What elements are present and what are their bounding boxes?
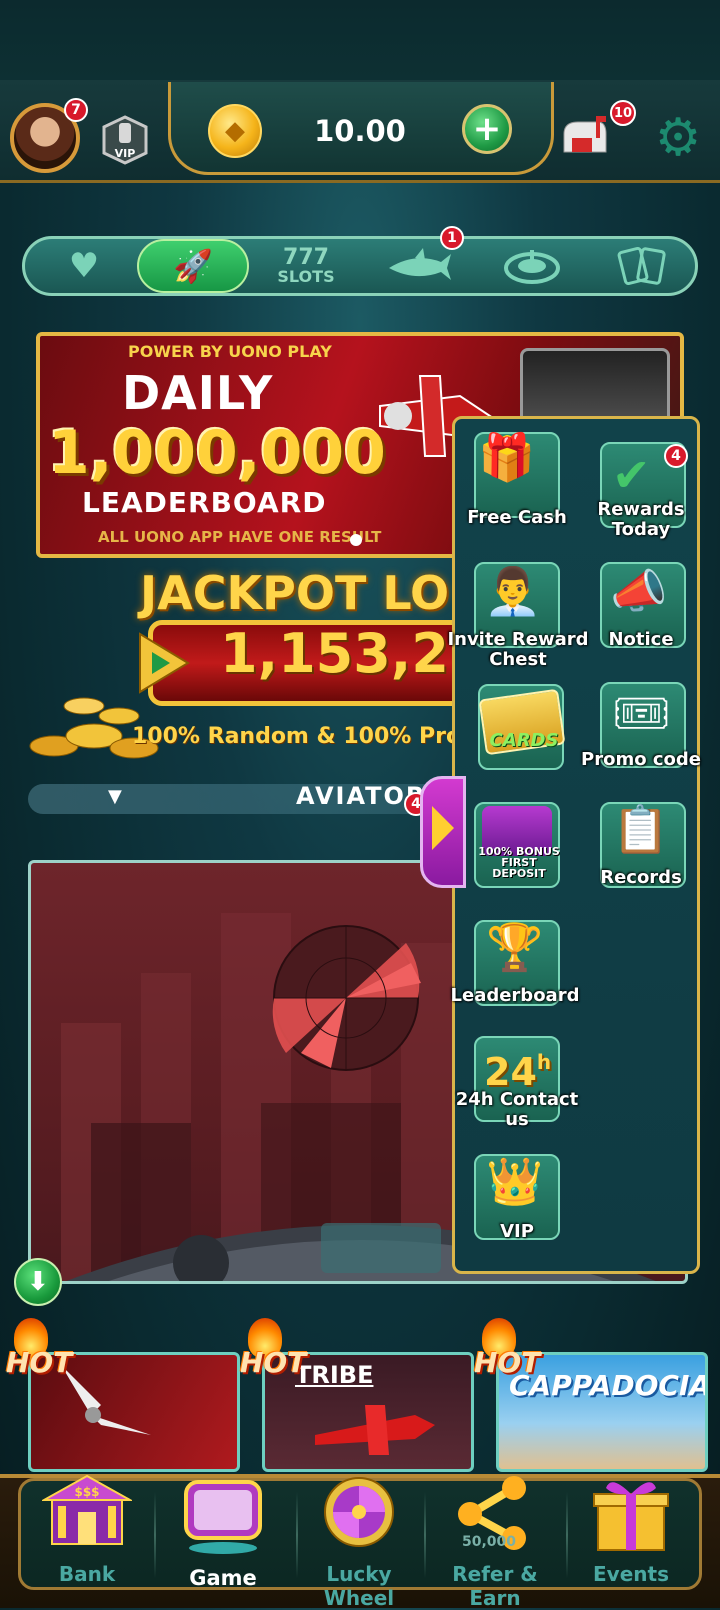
shark-icon — [389, 248, 451, 280]
banner-carousel-dot[interactable] — [350, 534, 362, 546]
radar-icon — [272, 925, 421, 1071]
vip-label: VIP — [115, 147, 136, 160]
mail-badge: 10 — [610, 100, 636, 126]
chevron-down-icon[interactable]: ▼ — [108, 786, 122, 807]
category-slots[interactable]: 777 SLOTS — [251, 239, 361, 293]
gear-icon[interactable]: ⚙ — [652, 112, 704, 164]
avatar-badge: 7 — [64, 98, 88, 122]
ticket-icon: 🎟 — [612, 686, 671, 740]
download-button[interactable]: ⬇ — [14, 1258, 62, 1306]
category-roulette[interactable] — [477, 239, 587, 293]
balance-value: 10.00 — [314, 114, 406, 148]
nav-bank[interactable]: $$$ Bank — [24, 1474, 150, 1594]
notepad-icon: 📋 — [612, 802, 670, 856]
nav-events[interactable]: Events — [568, 1474, 694, 1594]
jackpot-title: JACKPOT LO — [140, 566, 450, 620]
heart-icon: ♥ — [68, 246, 100, 286]
slot-machine-icon — [184, 1480, 262, 1554]
bank-icon: $$$ — [42, 1474, 132, 1545]
rocket-icon: 🚀 — [173, 247, 213, 285]
coin-icon: ◆ — [208, 104, 262, 158]
nav-divider — [424, 1492, 426, 1578]
nav-game[interactable]: Game — [160, 1474, 286, 1594]
roulette-icon — [504, 250, 560, 284]
promo-code-label: Promo code — [581, 749, 701, 770]
leaderboard-label: Leaderboard — [450, 985, 580, 1006]
nav-events-label: Events — [593, 1562, 669, 1586]
banner-power-text: POWER BY UONO PLAY — [128, 342, 332, 361]
add-funds-button[interactable]: + — [462, 104, 512, 154]
hot-game-title: TRIBE — [295, 1361, 374, 1389]
coins-pile-icon — [29, 697, 159, 759]
banner-leaderboard-text: LEADERBOARD — [82, 486, 327, 519]
nav-lucky-wheel-label: Lucky Wheel — [323, 1562, 395, 1610]
svg-text:$$$: $$$ — [74, 1485, 99, 1499]
gift-icon: 🎁 — [478, 430, 536, 484]
businessman-icon: 👨‍💼 — [484, 564, 542, 618]
nav-game-label: Game — [189, 1566, 257, 1590]
chevron-right-icon[interactable] — [432, 806, 454, 850]
notice-label: Notice — [608, 629, 674, 650]
trophy-icon: 🏆 — [486, 920, 544, 974]
hot-tag: HOT — [240, 1346, 307, 1379]
jackpot-subtitle: 100% Random & 100% Pro — [132, 724, 462, 749]
cards-icon — [617, 246, 666, 286]
banner-result-text: ALL UONO APP HAVE ONE RESULT — [98, 528, 382, 546]
refer-earn-overlay: 50,000 — [462, 1534, 517, 1550]
category-cards[interactable] — [587, 239, 697, 293]
status-area — [0, 0, 720, 80]
nav-refer-earn-label: Refer & Earn — [452, 1562, 538, 1610]
calendar-check-icon: ✔ — [612, 448, 651, 502]
mailbox-icon[interactable] — [558, 112, 610, 162]
nav-bank-label: Bank — [58, 1562, 116, 1586]
category-fish-badge: 1 — [440, 226, 464, 250]
category-favorites[interactable]: ♥ — [29, 239, 139, 293]
nav-lucky-wheel[interactable]: Lucky Wheel — [296, 1474, 422, 1610]
category-bar: ♥ 🚀 777 SLOTS — [22, 236, 698, 296]
records-label: Records — [600, 867, 682, 888]
slots-sub-label: SLOTS — [277, 267, 335, 286]
category-rocket[interactable]: 🚀 — [137, 239, 249, 293]
vip-icon[interactable]: VIP — [100, 115, 150, 165]
hot-tag: HOT — [474, 1346, 541, 1379]
megaphone-icon: 📣 — [610, 564, 668, 618]
contact-us-label: 24h Contact us — [455, 1089, 579, 1130]
plane-icon — [315, 1405, 435, 1455]
banner-amount-text: 1,000,000 — [48, 418, 386, 488]
nav-divider — [154, 1492, 156, 1578]
rewards-today-label: Rewards Today — [597, 499, 685, 540]
hot-tag: HOT — [6, 1346, 73, 1379]
rewards-today-badge: 4 — [664, 444, 688, 468]
vip-menu-label: VIP — [500, 1221, 534, 1242]
first-deposit-label: 100% BONUS FIRST DEPOSIT — [478, 845, 560, 880]
slots-label: 777 — [283, 245, 329, 270]
cards-label: CARDS — [489, 730, 559, 751]
crown-icon: 👑 — [486, 1154, 544, 1208]
nav-refer-earn[interactable]: 50,000 Refer & Earn — [432, 1474, 558, 1610]
support-icon: 24h — [484, 1050, 552, 1094]
gift-box-icon — [593, 1482, 669, 1551]
banner-daily-text: DAILY — [122, 366, 274, 420]
wheel-icon — [324, 1477, 394, 1547]
